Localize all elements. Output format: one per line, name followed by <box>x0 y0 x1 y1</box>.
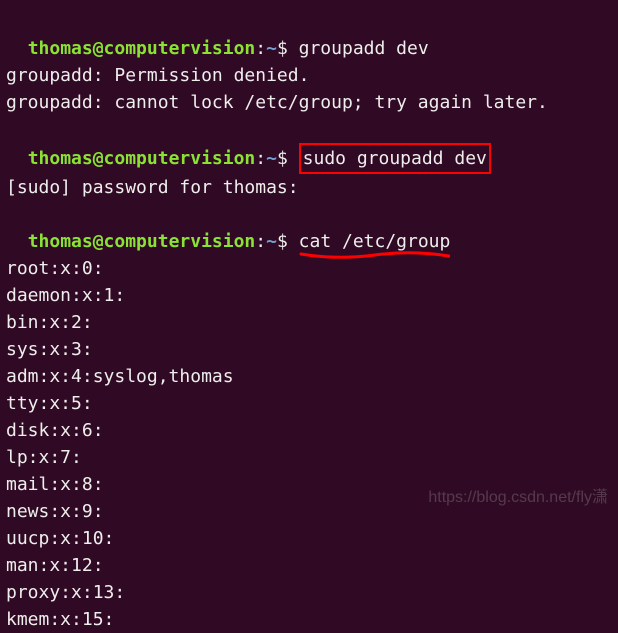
highlight-box: sudo groupadd dev <box>299 143 491 174</box>
terminal-output: sys:x:3: <box>6 336 612 363</box>
prompt-path: ~ <box>266 148 277 169</box>
prompt-path: ~ <box>266 231 277 252</box>
prompt-dollar: $ <box>277 231 288 252</box>
terminal-output: bin:x:2: <box>6 309 612 336</box>
terminal-output: daemon:x:1: <box>6 282 612 309</box>
terminal-output: root:x:0: <box>6 255 612 282</box>
prompt-user-host: thomas@computervision <box>28 38 256 59</box>
prompt-dollar: $ <box>277 38 288 59</box>
terminal-line: thomas@computervision:~$ groupadd dev <box>6 8 612 62</box>
command-text <box>288 231 299 252</box>
command-text: groupadd dev <box>288 38 429 59</box>
prompt-colon: : <box>255 231 266 252</box>
terminal-output: [sudo] password for thomas: <box>6 174 612 201</box>
prompt-user-host: thomas@computervision <box>28 148 256 169</box>
terminal-output: lp:x:7: <box>6 444 612 471</box>
terminal-output: proxy:x:13: <box>6 579 612 606</box>
prompt-colon: : <box>255 38 266 59</box>
command-text: cat /etc/group <box>299 231 451 252</box>
terminal-output: kmem:x:15: <box>6 606 612 633</box>
terminal-output: groupadd: cannot lock /etc/group; try ag… <box>6 89 612 116</box>
terminal-output: man:x:12: <box>6 552 612 579</box>
prompt-user-host: thomas@computervision <box>28 231 256 252</box>
prompt-path: ~ <box>266 38 277 59</box>
terminal-line: thomas@computervision:~$ cat /etc/group <box>6 201 612 255</box>
terminal-output: uucp:x:10: <box>6 525 612 552</box>
watermark-text: https://blog.csdn.net/fly潇 <box>428 486 608 510</box>
command-text <box>288 148 299 169</box>
highlight-underline: cat /etc/group <box>299 228 451 255</box>
prompt-colon: : <box>255 148 266 169</box>
terminal-output: disk:x:6: <box>6 417 612 444</box>
prompt-dollar: $ <box>277 148 288 169</box>
terminal-output: groupadd: Permission denied. <box>6 62 612 89</box>
terminal-output: adm:x:4:syslog,thomas <box>6 363 612 390</box>
terminal-output: tty:x:5: <box>6 390 612 417</box>
command-text: sudo groupadd dev <box>303 148 487 169</box>
terminal-line: thomas@computervision:~$ sudo groupadd d… <box>6 116 612 174</box>
